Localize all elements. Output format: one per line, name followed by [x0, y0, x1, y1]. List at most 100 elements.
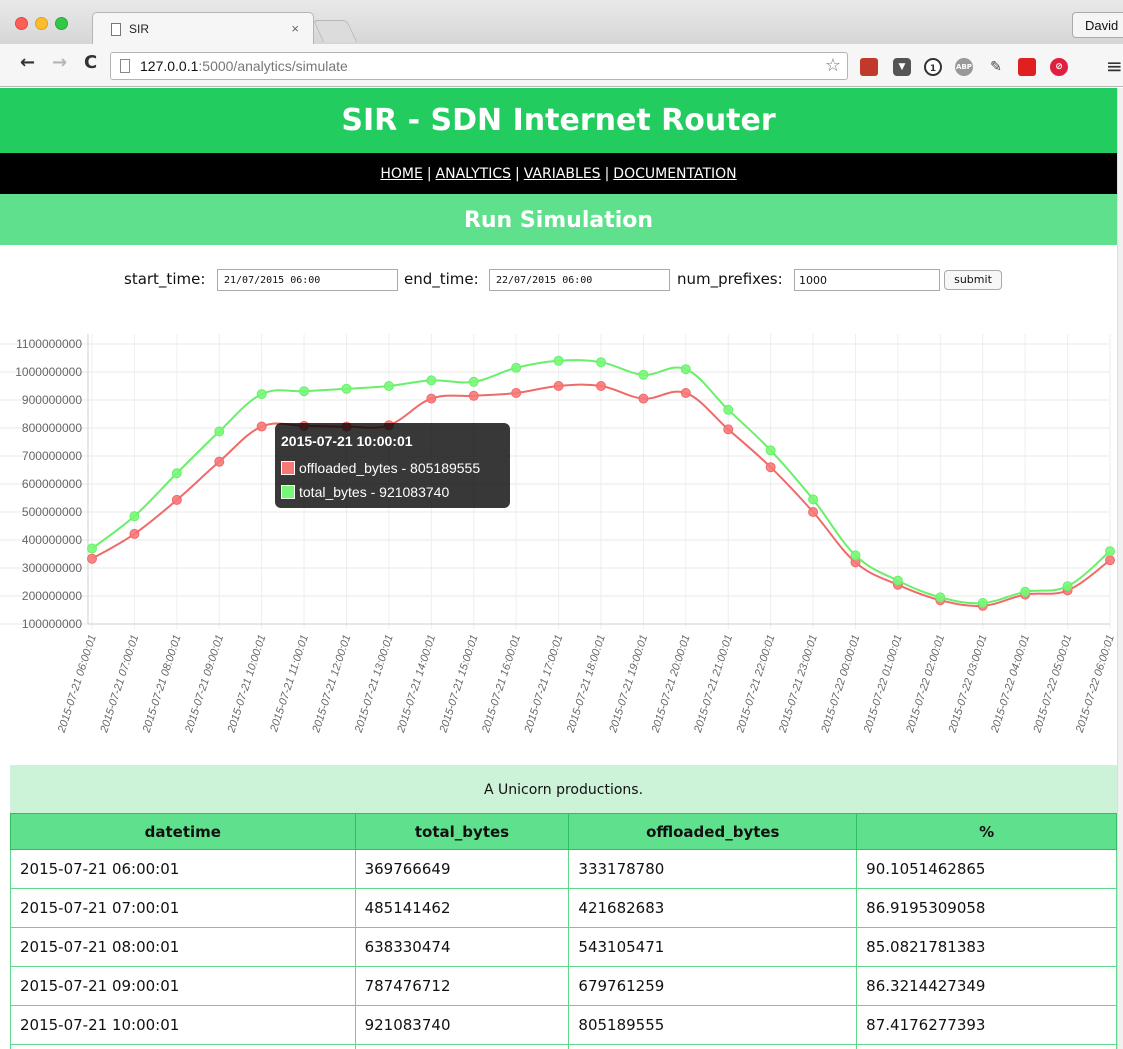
- table-cell: 421682683: [568, 888, 858, 928]
- data-point-total-bytes: [1062, 581, 1073, 592]
- close-window-button[interactable]: [15, 17, 28, 30]
- table-cell: 85.0821781383: [856, 927, 1117, 967]
- table-cell: 543105471: [568, 927, 858, 967]
- tab-title: SIR: [129, 22, 150, 36]
- ghostery-extension-icon[interactable]: [1018, 58, 1036, 76]
- x-tick-label: 2015-07-22 02:00:01: [904, 633, 947, 735]
- data-point-total-bytes: [214, 426, 225, 437]
- url-text: 127.0.0.1:5000/analytics/simulate: [140, 58, 348, 74]
- table-row: 2015-07-21 08:00:01 638330474 543105471 85.…: [10, 927, 1117, 967]
- nav-separator: |: [515, 166, 520, 182]
- data-point-offloaded-bytes: [596, 381, 606, 391]
- page-scrollbar[interactable]: [1117, 88, 1123, 1049]
- table-cell: 369766649: [354, 849, 570, 889]
- back-arrow-icon[interactable]: ←: [20, 52, 35, 73]
- x-tick-label: 2015-07-22 05:00:01: [1031, 633, 1074, 735]
- bookmark-star-icon[interactable]: ☆: [825, 55, 841, 76]
- minimize-window-button[interactable]: [35, 17, 48, 30]
- data-point-offloaded-bytes: [511, 388, 522, 398]
- table-cell: 86.3214427349: [856, 966, 1117, 1006]
- x-tick-label: 2015-07-21 08:00:01: [140, 633, 183, 735]
- num-prefixes-input[interactable]: 1000: [794, 269, 940, 291]
- table-row: 2015-07-21 11:00:0193144436580754614586.…: [10, 1044, 1117, 1049]
- pocket-extension-icon[interactable]: ▼: [893, 58, 911, 76]
- data-point-total-bytes: [680, 364, 691, 375]
- data-point-total-bytes: [765, 445, 776, 456]
- data-point-offloaded-bytes: [765, 462, 776, 473]
- y-tick-label: 600000000: [22, 477, 82, 491]
- nav-link-variables[interactable]: VARIABLES: [524, 166, 601, 182]
- data-point-offloaded-bytes: [553, 381, 564, 391]
- x-tick-label: 2015-07-21 21:00:01: [692, 633, 735, 735]
- y-tick-label: 200000000: [22, 589, 82, 603]
- profile-button[interactable]: David: [1072, 12, 1123, 38]
- nav-link-analytics[interactable]: ANALYTICS: [436, 166, 511, 182]
- forward-arrow-icon[interactable]: →: [52, 52, 67, 73]
- data-point-offloaded-bytes: [426, 393, 437, 404]
- table-cell: 787476712: [354, 966, 570, 1006]
- x-tick-label: 2015-07-21 07:00:01: [98, 633, 141, 735]
- end-time-input[interactable]: 22/07/2015 06:00: [489, 269, 670, 291]
- y-tick-label: 700000000: [22, 449, 82, 463]
- data-point-offloaded-bytes: [1105, 555, 1115, 566]
- adblock-extension-icon[interactable]: ABP: [955, 58, 973, 76]
- data-point-total-bytes: [638, 369, 649, 380]
- onepassword-extension-icon[interactable]: 1: [924, 58, 942, 76]
- browser-tab[interactable]: SIR ×: [92, 12, 314, 45]
- pdf-extension-icon[interactable]: [860, 58, 878, 76]
- x-tick-label: 2015-07-21 13:00:01: [352, 633, 395, 735]
- new-tab-button[interactable]: [312, 20, 358, 42]
- web-page: SIR - SDN Internet Router HOME | ANALYTICS…: [0, 88, 1117, 1049]
- table-cell: 485141462: [354, 888, 570, 928]
- zoom-window-button[interactable]: [55, 17, 68, 30]
- table-cell: 333178780: [568, 849, 858, 889]
- table-cell: 638330474: [354, 927, 570, 967]
- page-title: Run Simulation: [0, 194, 1117, 245]
- table-cell: 2015-07-21 09:00:01: [10, 966, 356, 1006]
- address-bar[interactable]: 127.0.0.1:5000/analytics/simulate ☆: [110, 52, 848, 80]
- y-tick-label: 500000000: [22, 505, 82, 519]
- x-tick-label: 2015-07-22 00:00:01: [819, 633, 862, 735]
- column-header: offloaded_bytes: [568, 813, 858, 850]
- data-point-total-bytes: [935, 592, 946, 603]
- x-tick-label: 2015-07-21 11:00:01: [268, 633, 311, 734]
- data-point-offloaded-bytes: [129, 528, 140, 539]
- tooltip-total-text: total_bytes - 921083740: [299, 484, 450, 500]
- table-cell: 679761259: [568, 966, 858, 1006]
- browser-toolbar: ← → C 127.0.0.1:5000/analytics/simulate …: [0, 44, 1123, 87]
- table-cell: 90.1051462865: [856, 849, 1117, 889]
- stop-extension-icon[interactable]: ⊘: [1050, 58, 1068, 76]
- submit-button[interactable]: submit: [944, 270, 1002, 290]
- data-point-offloaded-bytes: [171, 494, 182, 505]
- table-cell: 931444365: [354, 1044, 570, 1049]
- table-cell: 2015-07-21 10:00:01: [10, 1005, 356, 1045]
- start-time-input[interactable]: 21/07/2015 06:00: [217, 269, 398, 291]
- data-point-offloaded-bytes: [256, 421, 267, 432]
- data-point-offloaded-bytes: [808, 507, 819, 517]
- data-point-total-bytes: [850, 550, 861, 561]
- data-point-total-bytes: [256, 389, 267, 400]
- x-tick-label: 2015-07-21 14:00:01: [395, 633, 438, 735]
- column-header: datetime: [10, 813, 356, 850]
- data-point-total-bytes: [723, 404, 734, 415]
- num-prefixes-label: num_prefixes:: [677, 270, 783, 288]
- menu-icon[interactable]: ≡: [1106, 54, 1123, 78]
- reload-icon[interactable]: C: [84, 52, 97, 73]
- nav-link-documentation[interactable]: DOCUMENTATION: [613, 166, 736, 182]
- data-point-offloaded-bytes: [723, 424, 734, 435]
- tooltip-offloaded-text: offloaded_bytes - 805189555: [299, 460, 481, 476]
- tab-close-icon[interactable]: ×: [291, 21, 299, 36]
- x-tick-label: 2015-07-21 22:00:01: [734, 633, 777, 735]
- data-point-total-bytes: [808, 494, 819, 505]
- tooltip-row-total: total_bytes - 921083740: [281, 484, 449, 500]
- tool-extension-icon[interactable]: ✎: [987, 58, 1005, 76]
- data-point-total-bytes: [426, 375, 437, 386]
- data-point-offloaded-bytes: [468, 390, 479, 401]
- tooltip-row-offloaded: offloaded_bytes - 805189555: [281, 460, 480, 476]
- data-point-total-bytes: [977, 598, 988, 608]
- y-tick-label: 1000000000: [15, 365, 82, 379]
- nav-separator: |: [604, 166, 610, 182]
- nav-link-home[interactable]: HOME: [380, 166, 422, 182]
- x-tick-label: 2015-07-22 01:00:01: [861, 633, 904, 735]
- data-point-offloaded-bytes: [638, 393, 649, 404]
